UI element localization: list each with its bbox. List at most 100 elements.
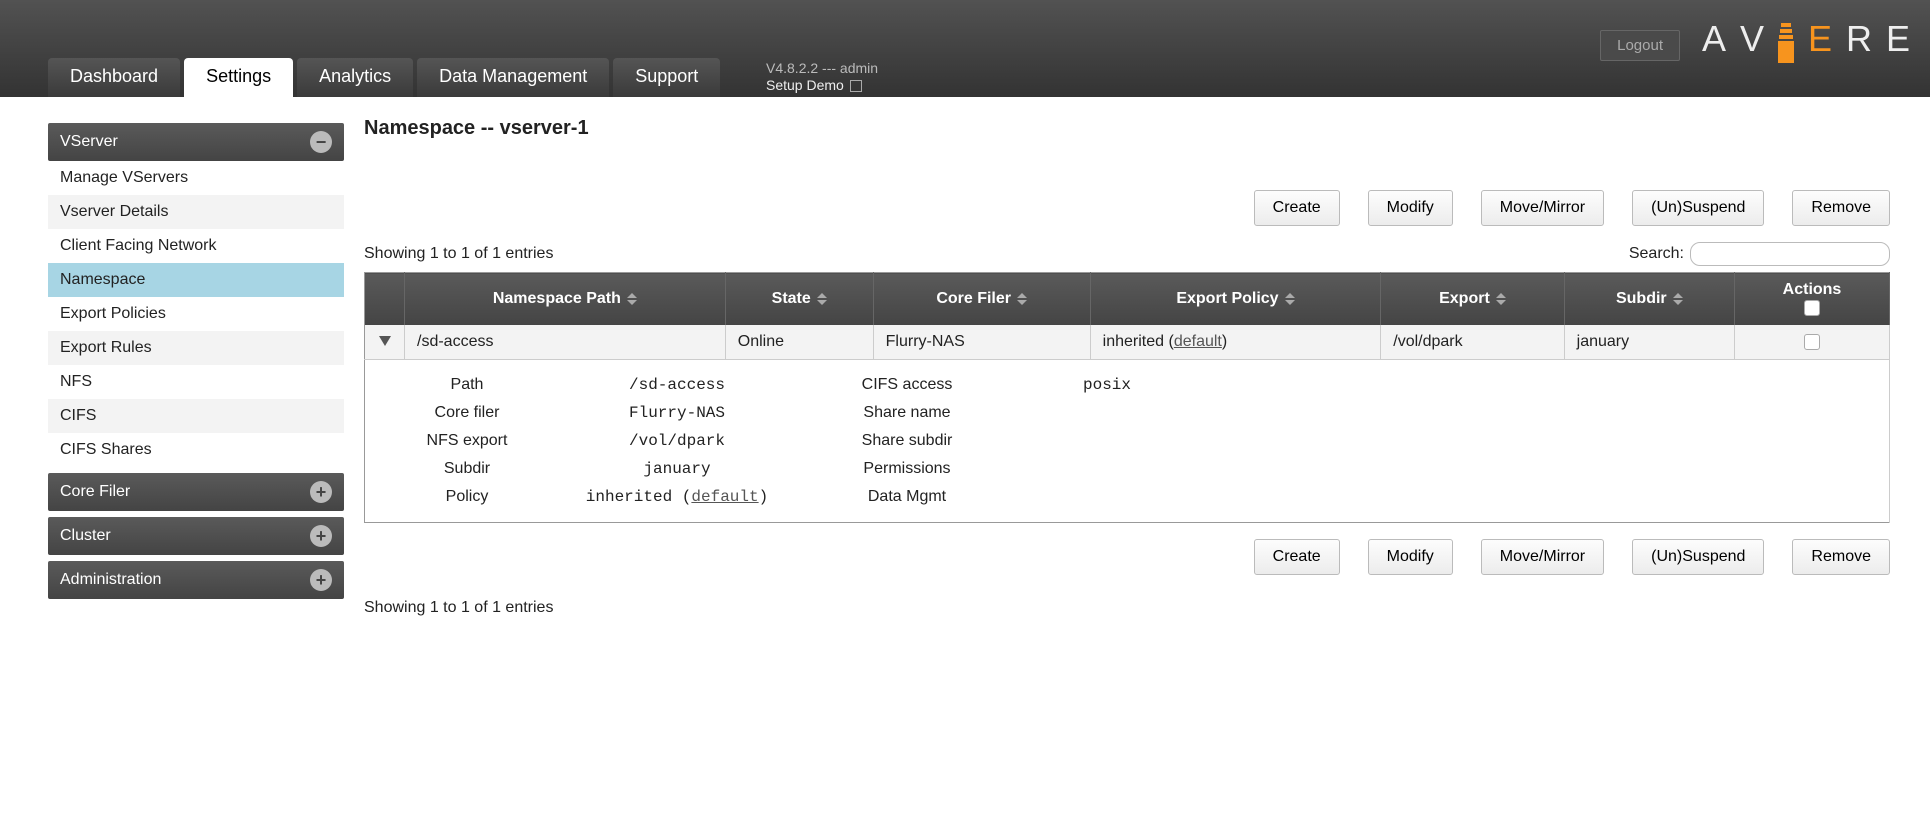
action-buttons-top: Create Modify Move/Mirror (Un)Suspend Re… bbox=[364, 190, 1890, 226]
sidebar-item-cifs-shares[interactable]: CIFS Shares bbox=[48, 433, 344, 467]
move-mirror-button[interactable]: Move/Mirror bbox=[1481, 190, 1604, 226]
expand-icon: + bbox=[310, 569, 332, 591]
showing-entries-bottom: Showing 1 to 1 of 1 entries bbox=[364, 599, 1890, 617]
sidebar-group-label: Core Filer bbox=[60, 483, 130, 501]
logo-letter: E bbox=[1886, 18, 1910, 60]
col-namespace-path[interactable]: Namespace Path bbox=[405, 273, 726, 326]
table-row-details: Path /sd-access CIFS access posix Core f… bbox=[365, 360, 1890, 523]
modify-button[interactable]: Modify bbox=[1368, 190, 1453, 226]
detail-label-permissions: Permissions bbox=[817, 460, 997, 478]
tab-support[interactable]: Support bbox=[613, 58, 720, 97]
detail-value-path: /sd-access bbox=[547, 376, 807, 394]
detail-label-policy: Policy bbox=[397, 488, 537, 506]
col-export-policy[interactable]: Export Policy bbox=[1090, 273, 1381, 326]
detail-label-path: Path bbox=[397, 376, 537, 394]
cell-export-policy: inherited (default) bbox=[1090, 325, 1381, 360]
sidebar-item-cifs[interactable]: CIFS bbox=[48, 399, 344, 433]
cell-subdir: january bbox=[1564, 325, 1734, 360]
logo-bars-icon bbox=[1778, 15, 1794, 63]
sidebar-item-client-facing-network[interactable]: Client Facing Network bbox=[48, 229, 344, 263]
suspend-button[interactable]: (Un)Suspend bbox=[1632, 539, 1764, 575]
sidebar-group-vserver[interactable]: VServer − bbox=[48, 123, 344, 161]
col-expand bbox=[365, 273, 405, 326]
sidebar-group-cluster[interactable]: Cluster + bbox=[48, 517, 344, 555]
tab-settings[interactable]: Settings bbox=[184, 58, 293, 97]
expand-icon: + bbox=[310, 481, 332, 503]
logo-letter: R bbox=[1846, 18, 1872, 60]
create-button[interactable]: Create bbox=[1254, 539, 1340, 575]
sort-icon bbox=[627, 293, 637, 305]
logo: A V E R E bbox=[1702, 15, 1910, 63]
table-row[interactable]: /sd-access Online Flurry-NAS inherited (… bbox=[365, 325, 1890, 360]
top-tabs: DashboardSettingsAnalyticsData Managemen… bbox=[48, 58, 720, 97]
col-core-filer[interactable]: Core Filer bbox=[873, 273, 1090, 326]
cell-core-filer: Flurry-NAS bbox=[873, 325, 1090, 360]
detail-value-subdir: january bbox=[547, 460, 807, 478]
col-state[interactable]: State bbox=[725, 273, 873, 326]
tab-dashboard[interactable]: Dashboard bbox=[48, 58, 180, 97]
detail-value-policy: inherited (default) bbox=[547, 488, 807, 506]
search-label: Search: bbox=[1629, 245, 1684, 263]
remove-button[interactable]: Remove bbox=[1792, 190, 1890, 226]
select-all-checkbox[interactable] bbox=[1804, 300, 1820, 316]
setup-link[interactable]: Setup Demo bbox=[766, 77, 878, 94]
logo-letter: E bbox=[1808, 18, 1832, 60]
detail-value-permissions bbox=[1007, 460, 1207, 478]
detail-value-data-mgmt bbox=[1007, 488, 1207, 506]
detail-value-core-filer: Flurry-NAS bbox=[547, 404, 807, 422]
logo-letter: V bbox=[1740, 18, 1764, 60]
sidebar-group-label: Cluster bbox=[60, 527, 111, 545]
sidebar-item-vserver-details[interactable]: Vserver Details bbox=[48, 195, 344, 229]
expand-icon: + bbox=[310, 525, 332, 547]
sidebar-group-core-filer[interactable]: Core Filer + bbox=[48, 473, 344, 511]
collapse-icon: − bbox=[310, 131, 332, 153]
sidebar-group-label: VServer bbox=[60, 133, 118, 151]
main-panel: Namespace -- vserver-1 Create Modify Mov… bbox=[364, 117, 1920, 617]
sidebar-group-label: Administration bbox=[60, 571, 161, 589]
cell-export: /vol/dpark bbox=[1381, 325, 1564, 360]
remove-button[interactable]: Remove bbox=[1792, 539, 1890, 575]
sort-icon bbox=[817, 293, 827, 305]
sidebar-item-namespace[interactable]: Namespace bbox=[48, 263, 344, 297]
sidebar-item-export-policies[interactable]: Export Policies bbox=[48, 297, 344, 331]
logout-button[interactable]: Logout bbox=[1600, 30, 1680, 61]
detail-value-cifs-access: posix bbox=[1007, 376, 1207, 394]
row-checkbox[interactable] bbox=[1804, 334, 1820, 350]
sort-icon bbox=[1285, 293, 1295, 305]
policy-link[interactable]: default bbox=[691, 488, 758, 506]
page-title: Namespace -- vserver-1 bbox=[364, 117, 1890, 140]
sidebar-group-administration[interactable]: Administration + bbox=[48, 561, 344, 599]
sidebar-item-nfs[interactable]: NFS bbox=[48, 365, 344, 399]
detail-value-nfs-export: /vol/dpark bbox=[547, 432, 807, 450]
move-mirror-button[interactable]: Move/Mirror bbox=[1481, 539, 1604, 575]
logo-letter: A bbox=[1702, 18, 1726, 60]
tab-data-management[interactable]: Data Management bbox=[417, 58, 609, 97]
export-policy-link[interactable]: default bbox=[1174, 333, 1222, 350]
suspend-button[interactable]: (Un)Suspend bbox=[1632, 190, 1764, 226]
create-button[interactable]: Create bbox=[1254, 190, 1340, 226]
sort-icon bbox=[1673, 293, 1683, 305]
action-buttons-bottom: Create Modify Move/Mirror (Un)Suspend Re… bbox=[364, 539, 1890, 575]
detail-label-subdir: Subdir bbox=[397, 460, 537, 478]
header-meta: V4.8.2.2 --- admin Setup Demo bbox=[766, 60, 878, 94]
header-bar: Logout A V E R E DashboardSettingsAnalyt… bbox=[0, 0, 1930, 97]
sort-icon bbox=[1017, 293, 1027, 305]
sidebar: VServer − Manage VServersVserver Details… bbox=[48, 117, 344, 599]
col-actions: Actions bbox=[1735, 273, 1890, 326]
expand-row-icon[interactable] bbox=[379, 336, 391, 346]
cell-path: /sd-access bbox=[405, 325, 726, 360]
detail-label-core-filer: Core filer bbox=[397, 404, 537, 422]
detail-label-nfs-export: NFS export bbox=[397, 432, 537, 450]
sidebar-item-export-rules[interactable]: Export Rules bbox=[48, 331, 344, 365]
sort-icon bbox=[1496, 293, 1506, 305]
namespace-table: Namespace Path State Core Filer Export P… bbox=[364, 272, 1890, 523]
modify-button[interactable]: Modify bbox=[1368, 539, 1453, 575]
col-export[interactable]: Export bbox=[1381, 273, 1564, 326]
cell-state: Online bbox=[725, 325, 873, 360]
search-input[interactable] bbox=[1690, 242, 1890, 266]
col-subdir[interactable]: Subdir bbox=[1564, 273, 1734, 326]
detail-label-cifs-access: CIFS access bbox=[817, 376, 997, 394]
detail-label-share-subdir: Share subdir bbox=[817, 432, 997, 450]
sidebar-item-manage-vservers[interactable]: Manage VServers bbox=[48, 161, 344, 195]
tab-analytics[interactable]: Analytics bbox=[297, 58, 413, 97]
